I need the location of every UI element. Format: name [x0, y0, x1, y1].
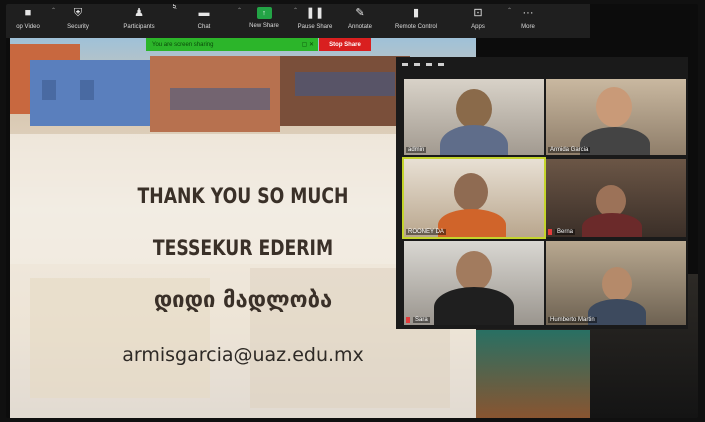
share-controls-icon[interactable]: ▢ ✕ [302, 41, 318, 48]
chat-bubble-icon: ▬ [198, 7, 210, 19]
participant-gallery: admin Armida Garcia ROONEY DA Berna Sara [396, 57, 688, 329]
shield-icon: ⛨ [73, 7, 83, 19]
participant-head [456, 89, 492, 129]
stop-share-button[interactable]: Stop Share [319, 38, 371, 51]
meeting-toolbar: ■ op Video ⌃ ⛨ Security ♟ 5 Participants… [6, 4, 590, 38]
muted-mic-icon [406, 317, 410, 323]
view-option-icon[interactable] [438, 62, 444, 66]
screen-share-status-bar: You are screen sharing ▢ ✕ [146, 38, 318, 51]
participant-tile[interactable]: Humberto Martin [546, 241, 686, 325]
participants-button[interactable]: ♟ 5 Participants ⌃ [106, 4, 178, 30]
pen-icon: ✎ [355, 7, 365, 19]
participant-name: ROONEY DA [406, 229, 446, 235]
slide-window [42, 80, 56, 100]
gallery-view-controls [396, 57, 688, 71]
participant-head [596, 87, 632, 127]
participants-icon: ♟ [134, 7, 144, 19]
participant-tile[interactable]: Berna [546, 159, 686, 237]
presenter-email: armisgarcia@uaz.edu.mx [122, 344, 364, 366]
chat-button[interactable]: ▬ Chat ⌃ [172, 4, 242, 31]
mouse-icon: ▮ [412, 7, 420, 19]
remote-control-button[interactable]: ▮ Remote Control [382, 4, 450, 31]
video-camera-icon: ■ [24, 7, 32, 19]
new-share-button[interactable]: ↑ New Share ⌃ [236, 4, 298, 29]
view-option-icon[interactable] [402, 62, 408, 66]
share-status-text: You are screen sharing [152, 41, 214, 48]
stop-video-button[interactable]: ■ op Video ⌃ [6, 4, 56, 31]
more-button[interactable]: ··· More [506, 4, 550, 31]
apps-icon: ⊡ [473, 7, 483, 19]
participant-tile[interactable]: Armida Garcia [546, 79, 686, 155]
slide-window [170, 88, 270, 110]
more-icon: ··· [522, 7, 534, 19]
participant-head [456, 251, 492, 291]
participant-body [440, 125, 508, 155]
slide-window [80, 80, 94, 100]
participant-body [582, 213, 642, 237]
muted-mic-icon [548, 229, 552, 235]
slide-title-thank-you: THANK YOU SO MUCH [137, 184, 349, 208]
share-screen-icon: ↑ [256, 7, 272, 19]
participant-name: admin [406, 147, 427, 153]
participant-head [454, 173, 488, 211]
slide-title-turkish: TESSEKUR EDERIM [152, 236, 334, 260]
participant-tile[interactable]: Sara [404, 241, 544, 325]
participant-name: Armida Garcia [548, 147, 591, 153]
participant-name: Sara [413, 317, 430, 323]
view-option-icon[interactable] [426, 62, 432, 66]
participant-name: Berna [555, 229, 576, 235]
participant-body [580, 127, 650, 155]
participant-body [588, 299, 646, 325]
slide-window [295, 72, 395, 96]
participant-body [438, 209, 506, 237]
participant-head [602, 267, 632, 301]
desktop-background-image [476, 330, 590, 418]
view-option-icon[interactable] [414, 62, 420, 66]
participant-body [434, 287, 514, 325]
pause-icon: ❚❚ [305, 7, 325, 19]
zoom-window: THANK YOU SO MUCH TESSEKUR EDERIM დიდი მ… [6, 4, 698, 418]
participant-tile-active-speaker[interactable]: ROONEY DA [402, 157, 546, 239]
apps-button[interactable]: ⊡ Apps ⌃ [450, 4, 512, 31]
security-button[interactable]: ⛨ Security [50, 4, 106, 31]
pause-share-button[interactable]: ❚❚ Pause Share [292, 4, 338, 31]
participant-tile[interactable]: admin [404, 79, 544, 155]
annotate-button[interactable]: ✎ Annotate [338, 4, 382, 31]
participant-name: Humberto Martin [548, 317, 597, 323]
